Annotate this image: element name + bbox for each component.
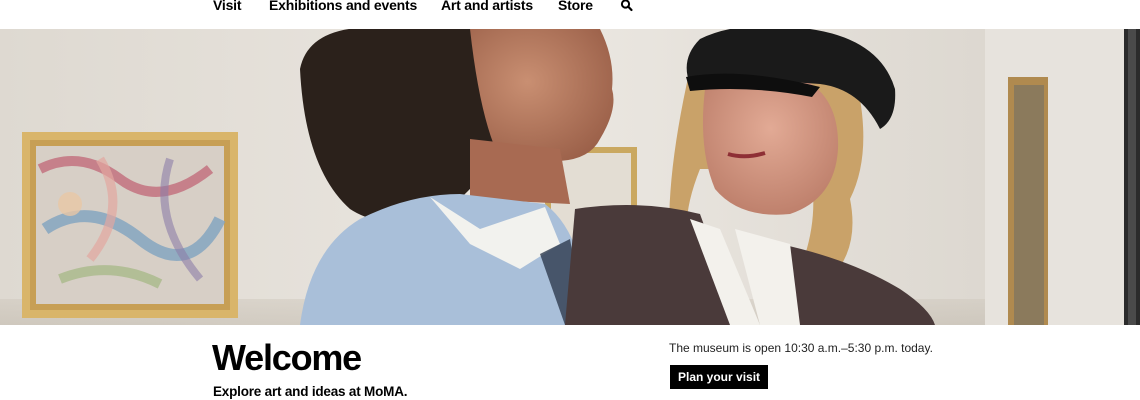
scrollbar-thumb[interactable] <box>1128 29 1136 325</box>
page: Visit Exhibitions and events Art and art… <box>0 0 1140 400</box>
nav-item-exhibitions-and-events[interactable]: Exhibitions and events <box>269 0 417 13</box>
painting-left <box>22 132 238 318</box>
page-title: Welcome <box>212 337 362 378</box>
top-nav: Visit Exhibitions and events Art and art… <box>0 0 1140 29</box>
hero-photo <box>0 29 1124 325</box>
nav-item-art-and-artists[interactable]: Art and artists <box>441 0 533 13</box>
nav-item-visit[interactable]: Visit <box>213 0 242 13</box>
nav-item-store[interactable]: Store <box>558 0 593 13</box>
museum-hours: The museum is open 10:30 a.m.–5:30 p.m. … <box>669 341 933 355</box>
plan-your-visit-button[interactable]: Plan your visit <box>670 365 769 389</box>
search-icon[interactable] <box>620 0 634 14</box>
painting-right <box>1008 77 1048 325</box>
welcome-subtitle: Explore art and ideas at MoMA. <box>213 384 408 399</box>
